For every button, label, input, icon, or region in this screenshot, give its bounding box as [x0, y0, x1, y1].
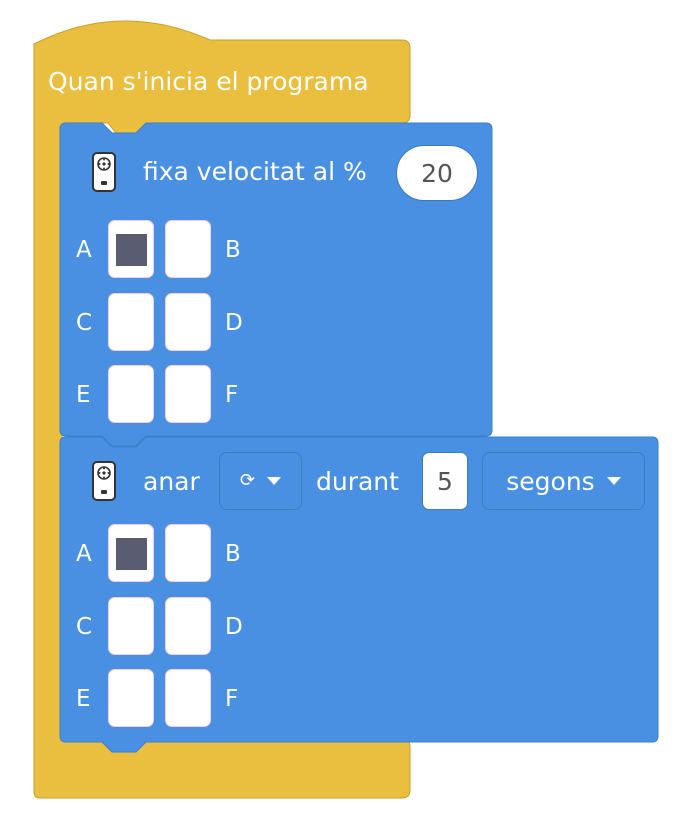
port-a-label: A: [76, 541, 92, 567]
duration-input[interactable]: 5: [422, 452, 468, 510]
chevron-down-icon: [606, 477, 621, 485]
port-e-label: E: [76, 686, 91, 712]
port-f-toggle[interactable]: [165, 669, 211, 727]
motor-icon: [92, 461, 116, 501]
port-c-label: C: [76, 614, 93, 640]
unit-dropdown-label: segons: [506, 466, 595, 496]
port-a-toggle[interactable]: [108, 524, 154, 582]
run-motor-block[interactable]: [0, 0, 680, 820]
port-d-label: D: [225, 614, 243, 640]
port-c-toggle[interactable]: [108, 597, 154, 655]
chevron-down-icon: [267, 477, 282, 485]
unit-dropdown[interactable]: segons: [482, 452, 645, 510]
port-d-toggle[interactable]: [165, 597, 211, 655]
direction-dropdown[interactable]: ⟳: [219, 452, 302, 510]
run-label: anar: [143, 467, 200, 496]
port-f-label: F: [225, 686, 239, 712]
port-e-toggle[interactable]: [108, 669, 154, 727]
port-b-toggle[interactable]: [165, 524, 211, 582]
clockwise-icon: ⟳: [239, 470, 256, 491]
during-label: durant: [316, 467, 399, 496]
port-b-label: B: [225, 541, 241, 567]
